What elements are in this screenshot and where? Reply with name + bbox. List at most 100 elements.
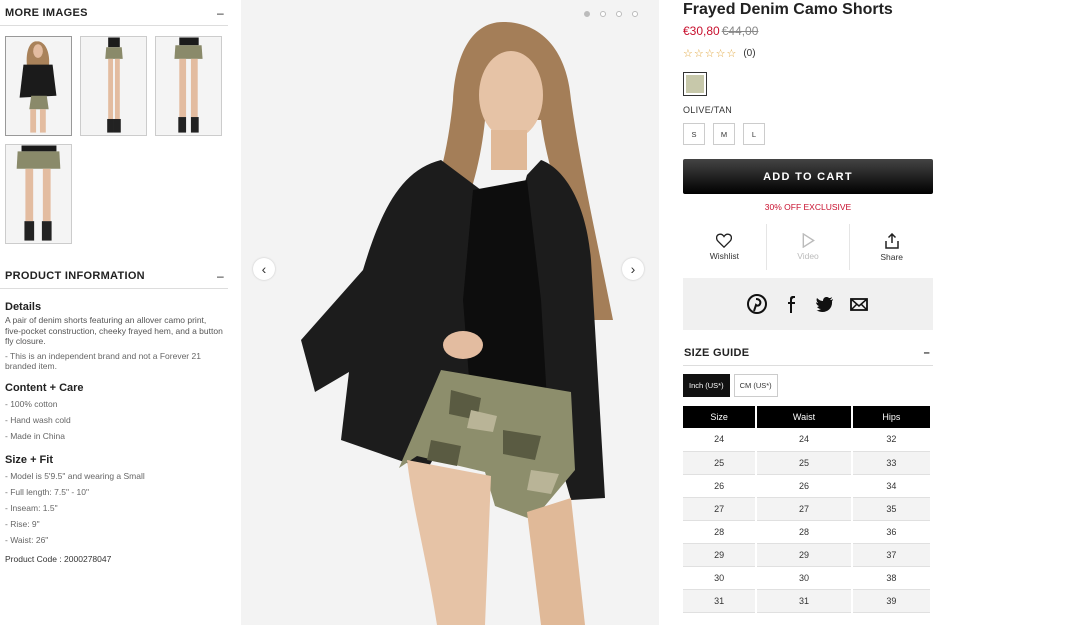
details-note: - This is an independent brand and not a… <box>5 350 201 372</box>
thumbnail-front-jacket[interactable] <box>5 36 72 136</box>
table-cell: 25 <box>683 451 758 475</box>
color-name: OLIVE/TAN <box>683 105 733 115</box>
more-images-title: MORE IMAGES <box>5 6 88 19</box>
carousel-dot[interactable] <box>600 11 606 17</box>
table-row: 28 28 36 <box>683 520 933 544</box>
content-care-heading: Content + Care <box>5 381 84 394</box>
carousel-dots <box>584 11 638 17</box>
swatch-fill <box>686 75 704 93</box>
table-cell: 28 <box>683 520 758 544</box>
purchase-panel: Frayed Denim Camo Shorts €30,80 €44,00 ☆☆… <box>683 0 935 625</box>
prev-image-button[interactable]: ‹ <box>253 258 275 280</box>
exclusive-offer-text: 30% OFF EXCLUSIVE <box>764 202 852 212</box>
carousel-dot[interactable] <box>632 11 638 17</box>
share-button[interactable]: Share <box>849 224 933 270</box>
next-image-button[interactable]: › <box>622 258 644 280</box>
collapse-icon[interactable]: – <box>924 347 930 359</box>
product-information-header[interactable]: PRODUCT INFORMATION – <box>0 263 228 289</box>
email-icon[interactable] <box>849 294 869 314</box>
table-row: 29 29 37 <box>683 543 933 567</box>
size-guide-header[interactable]: SIZE GUIDE – <box>683 347 933 366</box>
table-cell: 31 <box>756 589 853 613</box>
main-product-image[interactable]: ‹ › <box>241 0 659 625</box>
heart-icon <box>716 233 733 248</box>
share-label: Share <box>880 251 904 262</box>
carousel-dot[interactable] <box>616 11 622 17</box>
table-cell: 28 <box>756 520 853 544</box>
size-fit-heading: Size + Fit <box>5 453 53 466</box>
thumbnail-back[interactable] <box>155 36 222 136</box>
column-header: Size <box>683 406 758 428</box>
video-button[interactable]: Video <box>765 224 850 270</box>
product-title: Frayed Denim Camo Shorts <box>683 1 893 18</box>
review-count: (0) <box>743 48 756 59</box>
table-header-row: Size Waist Hips <box>683 406 933 428</box>
table-cell: 39 <box>851 589 933 613</box>
table-cell: 24 <box>756 428 853 452</box>
size-item: - Inseam: 1.5" <box>5 502 58 513</box>
thumbnail-side[interactable] <box>80 36 147 136</box>
table-row: 25 25 33 <box>683 451 933 475</box>
chevron-left-icon: ‹ <box>261 261 267 277</box>
table-row: 24 24 32 <box>683 428 933 452</box>
product-code: Product Code : 2000278047 <box>5 553 112 564</box>
table-row: 26 26 34 <box>683 474 933 498</box>
action-bar: Wishlist Video Share <box>683 224 933 270</box>
table-cell: 31 <box>683 589 758 613</box>
video-label: Video <box>797 251 819 261</box>
product-information-body: Details A pair of denim shorts featuring… <box>0 289 228 564</box>
size-option-m[interactable]: M <box>713 123 735 145</box>
content-item: - Hand wash cold <box>5 414 71 425</box>
original-price: €44,00 <box>721 24 759 38</box>
size-guide-table: Size Waist Hips 24 24 32 25 25 33 26 26 34 27 2… <box>683 406 933 613</box>
table-cell: 27 <box>683 497 758 521</box>
add-to-cart-button[interactable]: ADD TO CART <box>683 159 933 194</box>
table-row: 30 30 38 <box>683 566 933 590</box>
table-cell: 38 <box>851 566 933 590</box>
color-swatch[interactable] <box>683 72 707 96</box>
table-cell: 25 <box>756 451 853 475</box>
pinterest-icon[interactable] <box>747 294 767 314</box>
share-icon <box>884 232 899 249</box>
size-guide-title: SIZE GUIDE <box>684 347 750 359</box>
play-icon <box>802 233 815 248</box>
product-information-section: PRODUCT INFORMATION – Details A pair of … <box>0 263 228 564</box>
star-rating-icon: ☆☆☆☆☆ <box>683 48 738 60</box>
table-cell: 30 <box>756 566 853 590</box>
size-option-l[interactable]: L <box>743 123 765 145</box>
size-item: - Full length: 7.5" - 10" <box>5 486 89 497</box>
rating[interactable]: ☆☆☆☆☆ (0) <box>683 47 935 60</box>
size-item: - Model is 5'9.5" and wearing a Small <box>5 470 145 481</box>
table-cell: 37 <box>851 543 933 567</box>
table-row: 31 31 39 <box>683 589 933 613</box>
collapse-icon[interactable]: – <box>217 6 224 20</box>
column-header: Waist <box>756 406 853 428</box>
unit-tabs: Inch (US*) CM (US*) <box>683 374 935 397</box>
table-cell: 30 <box>683 566 758 590</box>
table-cell: 33 <box>851 451 933 475</box>
table-cell: 27 <box>756 497 853 521</box>
collapse-icon[interactable]: – <box>217 269 224 283</box>
size-selector: S M L <box>683 123 935 145</box>
facebook-icon[interactable] <box>781 294 801 314</box>
tab-inch[interactable]: Inch (US*) <box>683 374 730 397</box>
size-item: - Waist: 26" <box>5 534 49 545</box>
product-page: MORE IMAGES – PRODUCT INFORMATION – Deta… <box>0 0 1085 625</box>
social-share-box <box>683 278 933 330</box>
size-item: - Rise: 9" <box>5 518 40 529</box>
thumbnail-grid <box>0 26 228 244</box>
current-price: €30,80 <box>683 24 720 38</box>
table-cell: 32 <box>851 428 933 452</box>
product-information-title: PRODUCT INFORMATION <box>5 269 145 282</box>
thumbnail-front-close[interactable] <box>5 144 72 244</box>
column-header: Hips <box>851 406 933 428</box>
more-images-header[interactable]: MORE IMAGES – <box>0 0 228 26</box>
carousel-dot[interactable] <box>584 11 590 17</box>
twitter-icon[interactable] <box>815 294 835 314</box>
table-cell: 26 <box>756 474 853 498</box>
wishlist-button[interactable]: Wishlist <box>683 224 766 270</box>
table-cell: 24 <box>683 428 758 452</box>
details-text: A pair of denim shorts featuring an allo… <box>5 315 223 346</box>
size-option-s[interactable]: S <box>683 123 705 145</box>
tab-cm[interactable]: CM (US*) <box>733 374 778 397</box>
